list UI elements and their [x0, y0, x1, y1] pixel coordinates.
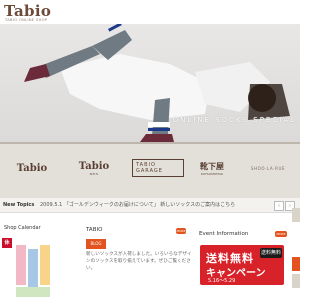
- hero-banner[interactable]: ONLINE SOCKS SPECIAL: [0, 24, 300, 142]
- calendar-socks-icon: [16, 245, 50, 297]
- brand-tabio-label: Tabio: [16, 162, 48, 174]
- side-tab-bottom[interactable]: [292, 274, 300, 288]
- blog-icon[interactable]: BLOG: [86, 239, 106, 249]
- event-info-title: Event Information: [199, 231, 249, 237]
- brand-tabio-garage[interactable]: TABIO GARAGE: [132, 158, 184, 178]
- brand-kutsushitaya[interactable]: 靴下屋 KUTSUSHITAYA: [196, 158, 228, 178]
- side-tab-top[interactable]: [292, 208, 300, 222]
- site-header: Tabio TABIO ONLINE SHOP: [0, 0, 300, 24]
- brand-kutsushitaya-sub: KUTSUSHITAYA: [200, 171, 224, 176]
- ticker-prev-button[interactable]: ‹: [274, 201, 284, 211]
- brand-tabio-men[interactable]: Tabio MEN: [74, 158, 114, 178]
- brand-shoo-la-rue-label: SHOO·LA·RUE: [250, 165, 286, 171]
- blog-more-button[interactable]: MORE: [176, 228, 186, 234]
- calendar-title: Shop Calendar: [4, 225, 41, 231]
- event-more-button[interactable]: MORE: [275, 231, 287, 237]
- side-tab-orange[interactable]: [292, 257, 300, 271]
- hero-caption: ONLINE SOCKS SPECIAL: [172, 116, 296, 124]
- brand-tabio[interactable]: Tabio: [12, 158, 52, 178]
- banner-badge: 送料無料: [260, 248, 282, 258]
- brand-tabio-men-sub: MEN: [89, 171, 99, 176]
- blog-title: TABIO: [86, 227, 103, 233]
- blog-body-text: 新しいソックスが入荷しました。いろいろなデザインのソックスを取り揃えています。ぜ…: [86, 252, 192, 271]
- hero-photo: [24, 24, 290, 142]
- brand-tabio-garage-label: TABIO GARAGE: [132, 159, 184, 177]
- site-logo-subtitle: TABIO ONLINE SHOP: [5, 18, 48, 22]
- news-ticker-label: New Topics: [3, 202, 35, 208]
- free-shipping-campaign-banner[interactable]: 送料無料 キャンペーン 5.16～5.29 送料無料: [200, 245, 284, 285]
- banner-dates: 5.16～5.29: [208, 278, 236, 284]
- brand-shoo-la-rue[interactable]: SHOO·LA·RUE: [236, 158, 300, 178]
- calendar-holiday-badge: 休: [2, 238, 12, 248]
- brand-kutsushitaya-label: 靴下屋: [200, 161, 224, 171]
- news-ticker-text[interactable]: 2009.5.1 「ゴールデンウィークのお届けについて」 新しいソックスのご案内…: [40, 198, 270, 212]
- news-ticker: New Topics 2009.5.1 「ゴールデンウィークのお届けについて」 …: [0, 198, 300, 213]
- brand-navigation: Tabio Tabio MEN TABIO GARAGE 靴下屋 KUTSUSH…: [0, 142, 300, 202]
- brand-tabio-men-label: Tabio: [78, 160, 110, 172]
